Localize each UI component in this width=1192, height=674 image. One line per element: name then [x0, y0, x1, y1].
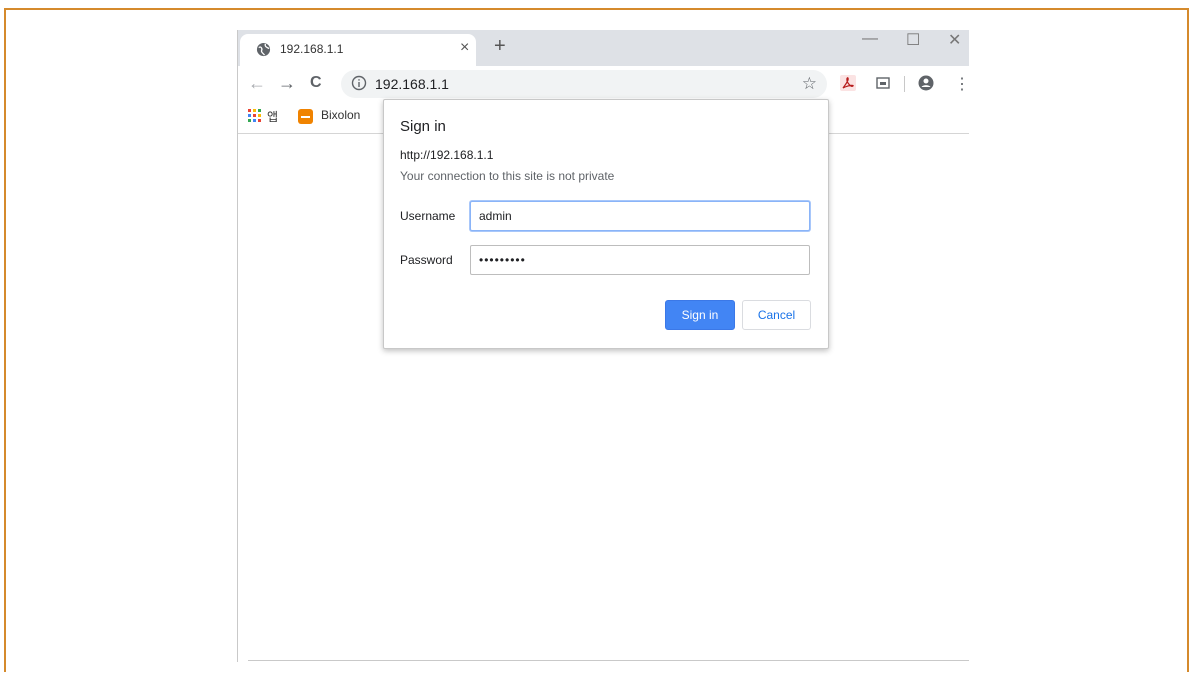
back-button[interactable]: ←	[248, 73, 266, 94]
tab-strip: 192.168.1.1 × + — ☐ ✕	[238, 30, 969, 66]
minimize-button[interactable]: —	[862, 30, 878, 48]
bookmark-star-icon[interactable]: ☆	[802, 74, 817, 94]
apps-grid-icon[interactable]	[248, 109, 261, 122]
url-text[interactable]: 192.168.1.1	[375, 76, 449, 92]
tab-title: 192.168.1.1	[280, 42, 344, 56]
content-bottom-edge	[248, 660, 969, 661]
cast-icon[interactable]	[875, 75, 891, 91]
dialog-warning: Your connection to this site is not priv…	[400, 169, 615, 183]
sign-in-dialog: Sign in http://192.168.1.1 Your connecti…	[383, 99, 829, 349]
bixolon-icon	[298, 109, 313, 124]
info-icon[interactable]	[351, 75, 367, 91]
menu-icon[interactable]: ⋮	[954, 74, 969, 94]
bookmark-bixolon[interactable]: Bixolon	[321, 108, 360, 122]
toolbar-divider	[904, 76, 905, 92]
address-bar[interactable]: 192.168.1.1 ☆	[341, 70, 827, 98]
toolbar: ← → C 192.168.1.1 ☆ ⋮	[238, 66, 969, 102]
acrobat-icon[interactable]	[840, 75, 856, 91]
password-field[interactable]	[470, 245, 810, 275]
globe-icon	[256, 42, 271, 57]
reload-button[interactable]: C	[310, 74, 322, 92]
password-label: Password	[400, 253, 453, 267]
forward-button[interactable]: →	[278, 73, 296, 94]
dialog-title: Sign in	[400, 118, 446, 135]
username-field[interactable]	[470, 201, 810, 231]
apps-label[interactable]: 앱	[267, 108, 278, 125]
sign-in-button[interactable]: Sign in	[665, 300, 735, 330]
maximize-button[interactable]: ☐	[906, 30, 920, 50]
profile-icon[interactable]	[918, 75, 934, 91]
close-window-button[interactable]: ✕	[948, 30, 961, 50]
username-label: Username	[400, 209, 456, 223]
new-tab-button[interactable]: +	[494, 36, 506, 56]
tab-close-icon[interactable]: ×	[460, 39, 469, 57]
tab-active[interactable]: 192.168.1.1 ×	[240, 34, 476, 66]
cancel-button[interactable]: Cancel	[742, 300, 811, 330]
dialog-origin: http://192.168.1.1	[400, 148, 494, 162]
